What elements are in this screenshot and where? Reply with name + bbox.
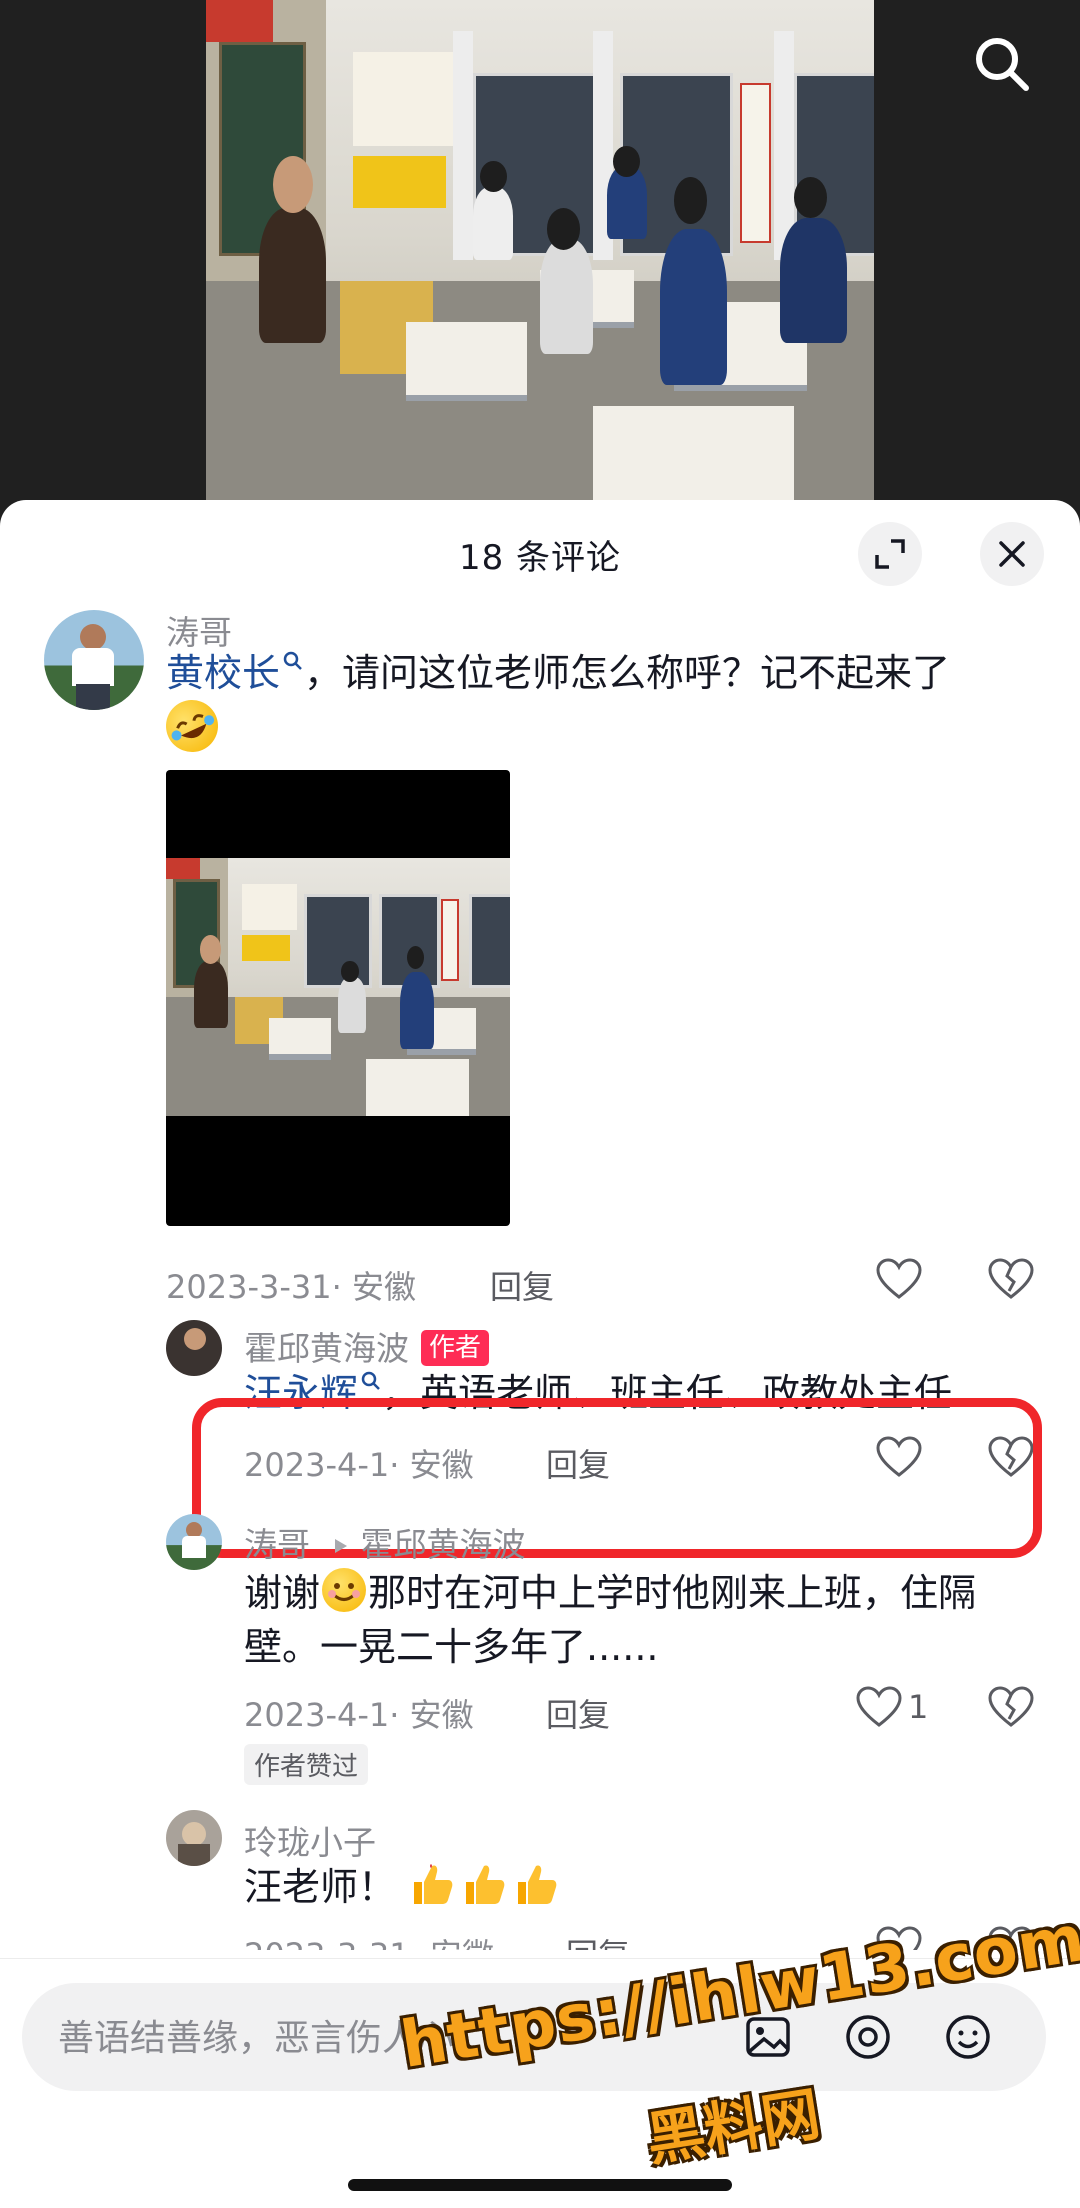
rolling-laughing-emoji bbox=[157, 691, 227, 761]
comment-sheet-header: 18 条评论 bbox=[0, 500, 1080, 610]
like-button[interactable] bbox=[876, 1258, 922, 1300]
reply-button[interactable]: 回复 bbox=[546, 1690, 610, 1736]
heart-icon bbox=[856, 1686, 902, 1727]
home-indicator bbox=[348, 2179, 732, 2191]
like-button[interactable]: 1 bbox=[856, 1686, 928, 1728]
search-icon bbox=[283, 651, 302, 670]
broken-heart-icon bbox=[988, 1258, 1034, 1299]
author-liked-badge: 作者赞过 bbox=[244, 1744, 369, 1785]
dislike-button[interactable] bbox=[988, 1686, 1034, 1732]
avatar[interactable] bbox=[166, 1514, 222, 1570]
thumbs-up-emoji bbox=[408, 1864, 564, 1909]
comment-username[interactable]: 霍邱黄海波 作者 bbox=[244, 1322, 490, 1370]
commenter-name[interactable]: 涛哥 bbox=[244, 1525, 310, 1564]
video-player[interactable] bbox=[0, 0, 1080, 520]
close-button[interactable] bbox=[980, 522, 1044, 586]
expand-button[interactable] bbox=[858, 522, 922, 586]
at-icon[interactable] bbox=[842, 2011, 894, 2063]
search-button[interactable] bbox=[964, 26, 1040, 102]
smile-emoji bbox=[322, 1568, 367, 1612]
comment-meta: 2023-4-1· 安徽 bbox=[244, 1696, 474, 1734]
mention-link[interactable]: 黄校长 bbox=[166, 651, 304, 695]
comment-text-part: 谢谢 bbox=[244, 1571, 321, 1615]
close-icon bbox=[999, 541, 1025, 567]
avatar[interactable] bbox=[44, 610, 144, 710]
comment-text: 谢谢 那时在河中上学时他刚来上班，住隔壁。一晃二十多年了...... bbox=[244, 1566, 1034, 1674]
broken-heart-icon bbox=[988, 1686, 1034, 1727]
screen: 18 条评论 涛哥 黄校长 ，请问这位老师怎么称呼？记不起来了 2023-3-3… bbox=[0, 0, 1080, 2208]
comment-text: 黄校长 ，请问这位老师怎么称呼？记不起来了 bbox=[157, 646, 1046, 761]
search-icon bbox=[976, 38, 1029, 91]
comment-meta: 2023-3-31· 安徽 bbox=[244, 1930, 494, 1950]
comment-text: 汪老师！ bbox=[244, 1860, 1034, 1914]
comment-image[interactable] bbox=[166, 770, 510, 1226]
reply-button[interactable]: 回复 bbox=[490, 1262, 554, 1308]
reply-arrow-icon bbox=[334, 1539, 347, 1553]
reply-button[interactable]: 回复 bbox=[566, 1930, 630, 1950]
comment-list[interactable]: 涛哥 黄校长 ，请问这位老师怎么称呼？记不起来了 2023-3-31· 安徽 回… bbox=[0, 610, 1080, 1950]
like-count: 1 bbox=[908, 1688, 929, 1726]
comment-text-content: 汪老师！ bbox=[244, 1865, 397, 1909]
heart-icon bbox=[876, 1258, 922, 1299]
author-name[interactable]: 霍邱黄海波 bbox=[244, 1329, 409, 1368]
expand-icon bbox=[875, 539, 905, 569]
comment-text-content: ，请问这位老师怎么称呼？记不起来了 bbox=[304, 651, 951, 695]
comment-meta: 2023-3-31· 安徽 bbox=[166, 1268, 416, 1306]
dislike-button[interactable] bbox=[988, 1258, 1034, 1304]
comment-username[interactable]: 玲珑小子 bbox=[244, 1816, 376, 1864]
comment-username[interactable]: 涛哥 霍邱黄海波 bbox=[244, 1518, 526, 1566]
search-icon bbox=[361, 1371, 380, 1390]
avatar[interactable] bbox=[166, 1320, 222, 1376]
reply-to-name[interactable]: 霍邱黄海波 bbox=[361, 1525, 526, 1564]
author-badge: 作者 bbox=[421, 1330, 490, 1366]
avatar[interactable] bbox=[166, 1810, 222, 1866]
classroom-photo bbox=[206, 0, 874, 520]
emoji-icon[interactable] bbox=[942, 2011, 994, 2063]
